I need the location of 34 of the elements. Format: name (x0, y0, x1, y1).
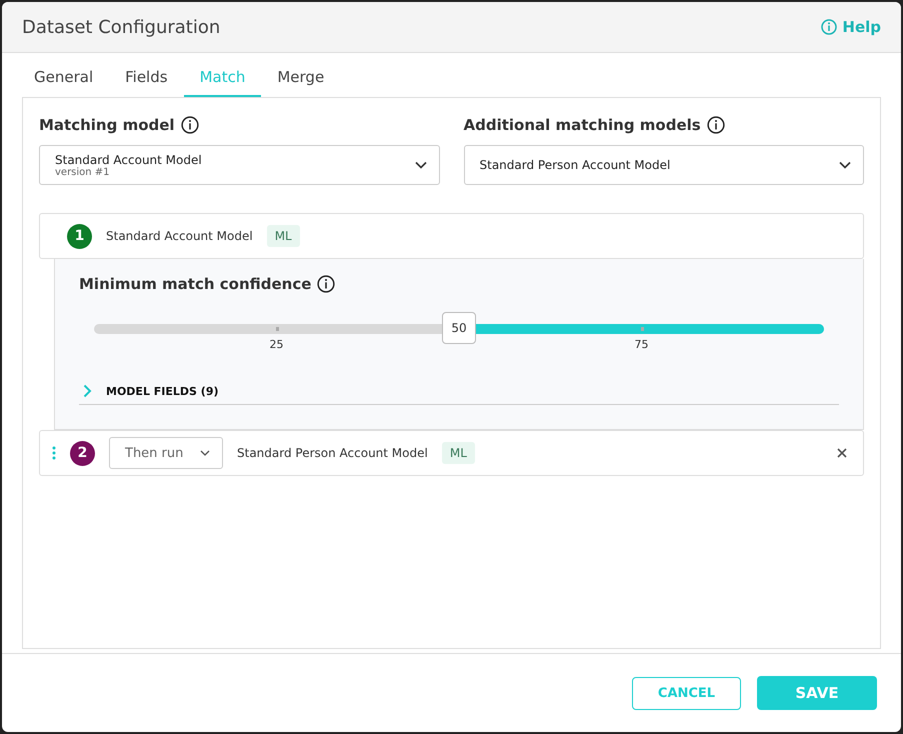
tab[interactable]: General (18, 61, 110, 97)
version-text: version #1 (55, 166, 111, 178)
model-name: Standard Person Account Model (237, 446, 428, 460)
chevron-down-icon (200, 450, 210, 456)
slider[interactable]: 25 75 50 (94, 312, 824, 352)
tag: ML (442, 442, 475, 464)
selected-value: Standard Person Account Model (480, 158, 670, 172)
step-number: 2 (70, 440, 95, 466)
section-title: Minimum match confidence (79, 275, 312, 293)
additional-models-dropdown[interactable]: Standard Person Account Model (464, 145, 864, 185)
run-mode-dropdown[interactable]: Then run (109, 437, 223, 469)
info-icon (317, 275, 336, 293)
selected-value: Then run (125, 446, 184, 460)
info-icon (821, 19, 838, 35)
close-icon[interactable] (837, 448, 847, 458)
chevron-down-icon (414, 161, 426, 169)
tag: ML (266, 225, 300, 247)
tab[interactable]: Merge (261, 61, 340, 97)
tick-label: 75 (634, 338, 648, 351)
matching-model-dropdown[interactable]: Standard Account Model version #1 (39, 145, 440, 185)
step-number: 1 (67, 224, 92, 248)
field-label: Additional matching models (464, 116, 701, 134)
info-icon (180, 116, 199, 134)
slider-thumb[interactable]: 50 (442, 312, 476, 344)
field-label: Matching model (39, 116, 175, 134)
tab[interactable]: Fields (109, 61, 184, 97)
model-fields-toggle[interactable]: MODEL FIELDS (9) (79, 378, 839, 405)
window-title: Dataset Configuration (22, 16, 220, 38)
drag-handle-icon[interactable] (52, 446, 56, 460)
selected-value: Standard Account Model (55, 152, 202, 166)
chevron-down-icon (839, 161, 851, 169)
model-name: Standard Account Model (106, 229, 253, 243)
info-icon (706, 116, 725, 134)
tick-label: 25 (270, 338, 284, 351)
